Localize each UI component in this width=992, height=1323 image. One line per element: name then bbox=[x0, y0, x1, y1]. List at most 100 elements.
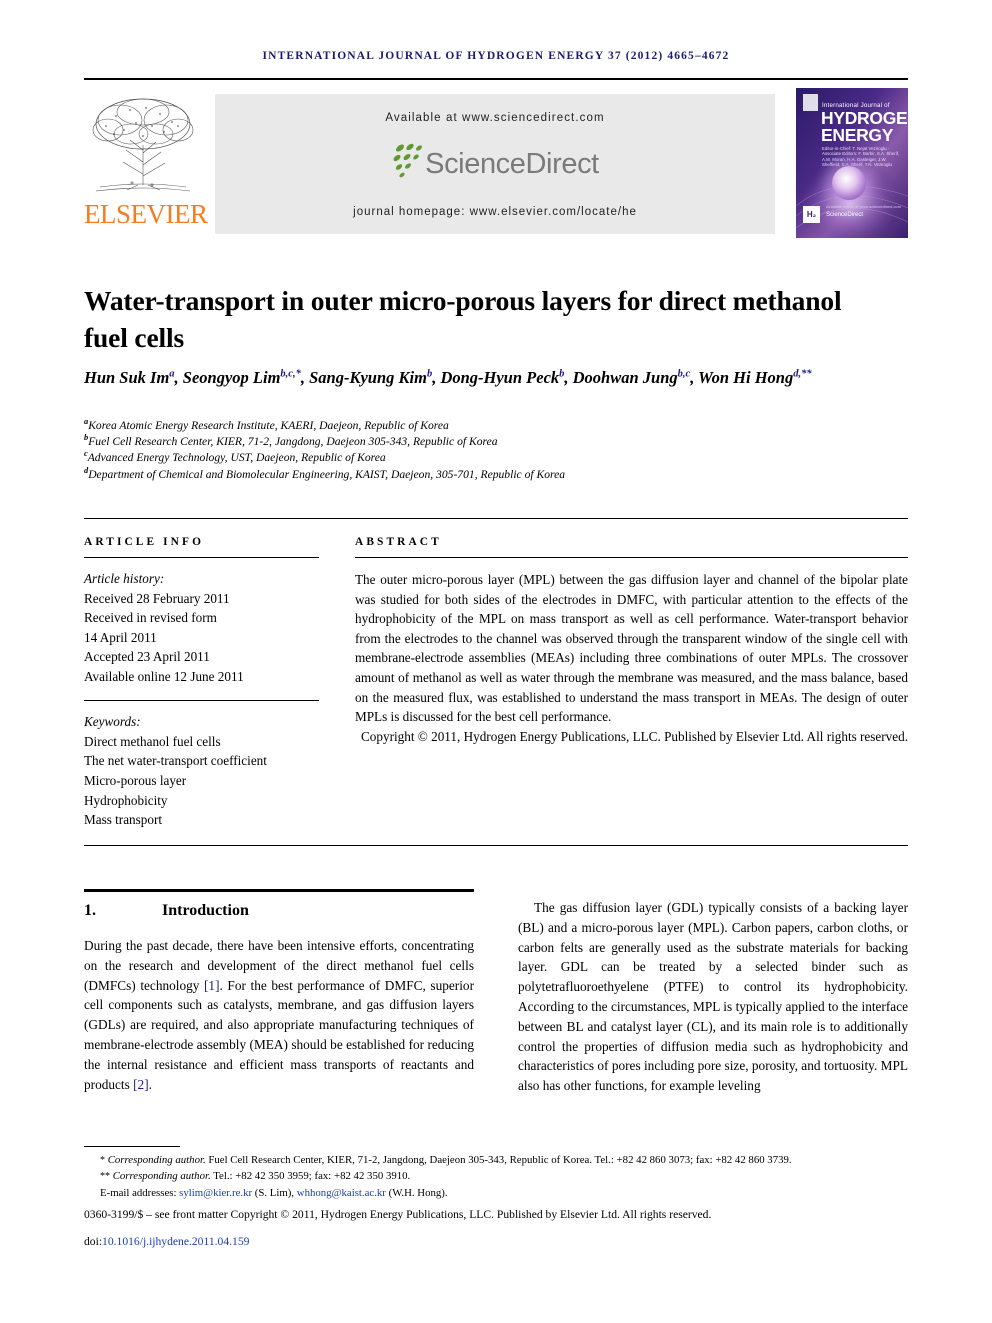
abstract-heading: ABSTRACT bbox=[355, 536, 442, 548]
abstract-text: The outer micro-porous layer (MPL) betwe… bbox=[355, 572, 908, 725]
body-column-left: 1. Introduction During the past decade, t… bbox=[84, 898, 474, 1094]
cover-elsevier-mark bbox=[803, 94, 818, 111]
corresponding-author-1: * Corresponding author. Fuel Cell Resear… bbox=[84, 1153, 908, 1168]
author-sep: , bbox=[174, 368, 183, 387]
journal-cover-image: International Journal of HYDROGEN ENERGY… bbox=[796, 88, 908, 238]
keyword-item: Micro-porous layer bbox=[84, 772, 187, 788]
author-sep: , bbox=[300, 368, 310, 387]
footnote-block: * Corresponding author. Fuel Cell Resear… bbox=[84, 1153, 908, 1262]
author-sep: , bbox=[690, 368, 699, 387]
doi-label: doi: bbox=[84, 1235, 103, 1249]
affiliation-item: cAdvanced Energy Technology, UST, Daejeo… bbox=[84, 450, 904, 466]
email-link-1[interactable]: sylim@kier.re.kr bbox=[179, 1187, 252, 1199]
author-item: Hun Suk Ima bbox=[84, 368, 175, 387]
email-label: E-mail addresses: bbox=[100, 1186, 177, 1199]
gdl-paragraph: The gas diffusion layer (GDL) typically … bbox=[518, 900, 908, 1094]
body-column-right: The gas diffusion layer (GDL) typically … bbox=[518, 898, 908, 1096]
abstract-column: ABSTRACT The outer micro-porous layer (M… bbox=[355, 536, 908, 746]
doi-line: doi:10.1016/j.ijhydene.2011.04.159 bbox=[84, 1234, 908, 1250]
sciencedirect-wordmark: ScienceDirect bbox=[425, 148, 599, 180]
history-item: Received in revised form bbox=[84, 610, 217, 626]
author-affil-marker: b,c,* bbox=[280, 368, 301, 380]
cover-title-line2: ENERGY bbox=[821, 125, 894, 145]
author-name: Sang-Kyung Kim bbox=[309, 368, 427, 387]
info-block-bottom-rule bbox=[84, 845, 908, 846]
running-head: International Journal of Hydrogen Energy… bbox=[262, 50, 730, 62]
doi-value[interactable]: 10.1016/j.ijhydene.2011.04.159 bbox=[102, 1235, 249, 1248]
author-list: Hun Suk Ima, Seongyop Limb,c,*, Sang-Kyu… bbox=[84, 366, 904, 389]
history-item: 14 April 2011 bbox=[84, 629, 157, 645]
author-item: Dong-Hyun Peckb bbox=[440, 368, 564, 387]
email-owner-1: (S. Lim) bbox=[254, 1186, 292, 1199]
elsevier-wordmark: ELSEVIER bbox=[84, 199, 208, 229]
affiliation-item: aKorea Atomic Energy Research Institute,… bbox=[84, 417, 904, 434]
corresponding-marker-2: ** bbox=[100, 1171, 110, 1183]
body-section-rule bbox=[84, 889, 474, 892]
cover-editors: Editor-in-Chief: T. Nejat Veziroglu · As… bbox=[822, 146, 900, 168]
author-item: Won Hi Hongd,** bbox=[698, 368, 811, 387]
email-owner-2: (W.H. Hong). bbox=[388, 1186, 448, 1199]
intro-paragraph: During the past decade, there have been … bbox=[84, 936, 474, 1094]
email-link-2[interactable]: whhong@kaist.ac.kr bbox=[297, 1187, 386, 1199]
corresponding-label-2: Corresponding author. bbox=[112, 1170, 211, 1183]
article-info-divider bbox=[84, 557, 319, 558]
corresponding-label-1: Corresponding author. bbox=[107, 1154, 206, 1166]
article-info-column: ARTICLE INFO Article history: Received 2… bbox=[84, 536, 319, 830]
sciencedirect-banner: Available at www.sciencedirect.com Scien… bbox=[215, 94, 775, 234]
affiliation-list: aKorea Atomic Energy Research Institute,… bbox=[84, 417, 904, 483]
abstract-divider bbox=[355, 557, 908, 558]
cover-sphere-graphic bbox=[832, 166, 866, 200]
affiliation-text: Advanced Energy Technology, UST, Daejeon… bbox=[87, 451, 386, 465]
reference-link-1[interactable]: [1] bbox=[204, 978, 220, 993]
author-name: Seongyop Lim bbox=[182, 368, 281, 387]
page-title: Water-transport in outer micro-porous la… bbox=[84, 285, 842, 354]
header-rule bbox=[84, 78, 908, 80]
section-heading: 1. Introduction bbox=[84, 902, 474, 920]
keyword-item: The net water-transport coefficient bbox=[84, 753, 267, 769]
history-item: Accepted 23 April 2011 bbox=[84, 649, 210, 665]
section-number: 1. bbox=[84, 902, 96, 919]
corresponding-marker-1: * bbox=[100, 1155, 105, 1166]
masthead: ELSEVIER Available at www.sciencedirect.… bbox=[84, 88, 908, 240]
footnote-rule bbox=[84, 1146, 180, 1147]
intro-text-part2: . For the best performance of DMFC, supe… bbox=[84, 977, 474, 1092]
author-name: Doohwan Jung bbox=[572, 368, 678, 387]
sciencedirect-logo: ScienceDirect bbox=[215, 142, 775, 190]
corresponding-detail-1: Fuel Cell Research Center, KIER, 71-2, J… bbox=[205, 1154, 792, 1166]
author-item: Sang-Kyung Kimb bbox=[309, 368, 432, 387]
cover-sd-note: Available online at www.sciencedirect.co… bbox=[826, 204, 902, 209]
intro-text-part3: . bbox=[148, 1076, 152, 1092]
keyword-item: Direct methanol fuel cells bbox=[84, 733, 221, 749]
article-info-heading: ARTICLE INFO bbox=[84, 536, 205, 548]
history-item: Received 28 February 2011 bbox=[84, 590, 230, 606]
journal-article-page: International Journal of Hydrogen Energy… bbox=[0, 0, 992, 1323]
sciencedirect-leaves-icon bbox=[391, 143, 425, 179]
cover-title: HYDROGEN ENERGY bbox=[821, 109, 908, 145]
elsevier-tree-icon bbox=[92, 98, 194, 192]
affiliation-text: Department of Chemical and Biomolecular … bbox=[88, 467, 566, 481]
available-at-text: Available at www.sciencedirect.com bbox=[385, 112, 605, 124]
affiliation-item: bFuel Cell Research Center, KIER, 71-2, … bbox=[84, 434, 904, 450]
article-history-label: Article history: bbox=[84, 571, 165, 586]
corresponding-detail-2: Tel.: +82 42 350 3959; fax: +82 42 350 3… bbox=[210, 1170, 411, 1183]
affiliation-text: Korea Atomic Energy Research Institute, … bbox=[88, 419, 449, 432]
info-block-top-rule bbox=[84, 518, 908, 519]
journal-homepage-text: journal homepage: www.elsevier.com/locat… bbox=[353, 206, 637, 218]
email-addresses-line: E-mail addresses: sylim@kier.re.kr (S. L… bbox=[100, 1186, 448, 1199]
author-affil-marker: d,** bbox=[793, 368, 812, 380]
cover-sciencedirect-mark: ScienceDirect bbox=[826, 212, 864, 218]
author-affil-marker: b,c bbox=[677, 368, 691, 380]
history-item: Available online 12 June 2011 bbox=[84, 668, 244, 684]
author-sep: , bbox=[564, 368, 573, 387]
section-title: Introduction bbox=[162, 902, 249, 919]
affiliation-text: Fuel Cell Research Center, KIER, 71-2, J… bbox=[88, 435, 498, 449]
keywords-divider bbox=[84, 699, 319, 702]
abstract-copyright: Copyright © 2011, Hydrogen Energy Public… bbox=[361, 728, 908, 744]
author-name: Dong-Hyun Peck bbox=[440, 368, 560, 387]
author-item: Seongyop Limb,c,* bbox=[183, 368, 301, 387]
reference-link-2[interactable]: [2] bbox=[133, 1077, 149, 1092]
keyword-item: Mass transport bbox=[84, 812, 163, 828]
keywords-label: Keywords: bbox=[84, 714, 141, 730]
author-name: Hun Suk Im bbox=[84, 368, 170, 387]
author-name: Won Hi Hong bbox=[698, 368, 794, 387]
